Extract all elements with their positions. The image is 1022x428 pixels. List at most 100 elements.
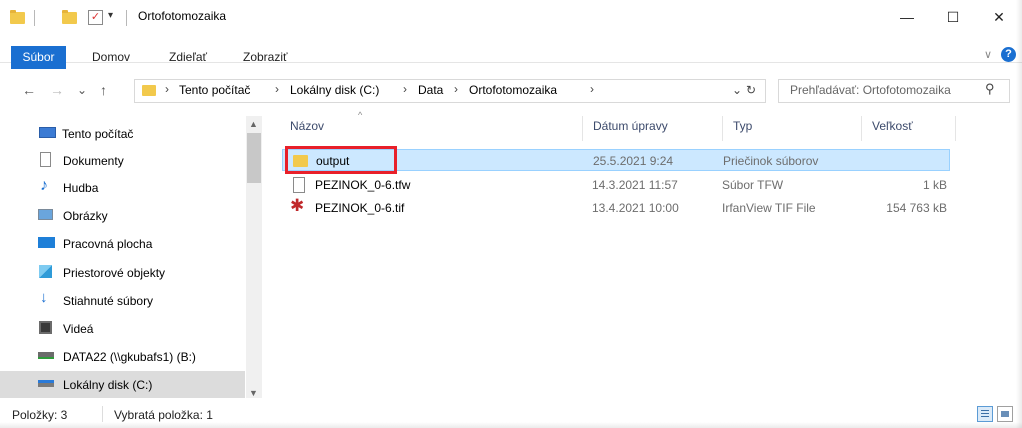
column-divider[interactable]	[955, 116, 956, 141]
nav-item-local-disk[interactable]: Lokálny disk (C:)	[0, 371, 245, 398]
breadcrumb-separator[interactable]: ›	[590, 82, 594, 96]
search-icon[interactable]: ⚲	[985, 81, 995, 97]
local-disk-icon	[38, 380, 54, 387]
3d-objects-icon	[39, 265, 52, 278]
column-divider[interactable]	[582, 116, 583, 141]
help-icon[interactable]: ?	[1001, 47, 1016, 62]
nav-item-network-drive[interactable]: DATA22 (\\gkubafs1) (B:)	[0, 343, 245, 370]
navigation-pane: Tento počítač Dokumenty ♪ Hudba Obrázky …	[0, 116, 262, 398]
nav-item-label: Lokálny disk (C:)	[63, 378, 153, 392]
nav-item-label: DATA22 (\\gkubafs1) (B:)	[63, 350, 196, 364]
nav-item-pictures[interactable]: Obrázky	[0, 202, 245, 229]
window-title: Ortofotomozaika	[138, 9, 227, 23]
address-dropdown-icon[interactable]: ⌄	[732, 83, 742, 97]
tab-file[interactable]: Súbor	[11, 46, 66, 69]
nav-item-label: Priestorové objekty	[63, 266, 166, 280]
nav-item-this-pc[interactable]: Tento počítač	[0, 120, 245, 147]
tab-view[interactable]: Zobraziť	[243, 50, 288, 64]
breadcrumb-separator[interactable]: ›	[275, 82, 279, 96]
scroll-up-icon[interactable]: ▲	[249, 119, 258, 129]
status-item-count: Položky: 3	[12, 408, 68, 422]
search-input[interactable]: Prehľadávať: Ortofotomozaika	[790, 83, 951, 97]
file-date: 13.4.2021 10:00	[592, 201, 679, 215]
column-header-date[interactable]: Dátum úpravy	[593, 119, 668, 133]
nav-item-videos[interactable]: Videá	[0, 315, 245, 342]
tab-share[interactable]: Zdieľať	[169, 50, 207, 64]
nav-item-label: Videá	[63, 322, 94, 336]
file-date: 14.3.2021 11:57	[592, 178, 678, 192]
explorer-window: ✓ ▾ Ortofotomozaika — ☐ ✕ Súbor Domov Zd…	[0, 0, 1022, 428]
recent-locations-button[interactable]: ⌄	[77, 83, 87, 97]
divider	[34, 10, 35, 26]
file-type: Súbor TFW	[722, 178, 784, 192]
file-type: Priečinok súborov	[723, 154, 819, 168]
forward-button[interactable]: →	[50, 82, 64, 98]
maximize-button[interactable]: ☐	[930, 0, 976, 34]
divider	[102, 406, 103, 422]
file-name: PEZINOK_0-6.tif	[315, 201, 405, 215]
scroll-down-icon[interactable]: ▼	[249, 388, 258, 398]
download-icon: ↓	[40, 289, 48, 306]
file-date: 25.5.2021 9:24	[593, 154, 674, 168]
highlight-box	[285, 146, 397, 174]
nav-item-label: Pracovná plocha	[63, 237, 153, 251]
large-icons-view-icon[interactable]	[997, 406, 1013, 422]
file-row-tif[interactable]: ✱ PEZINOK_0-6.tif 13.4.2021 10:00 IrfanV…	[282, 197, 950, 219]
column-divider[interactable]	[722, 116, 723, 141]
nav-item-label: Obrázky	[63, 209, 108, 223]
music-icon: ♪	[40, 177, 48, 194]
window-shadow	[0, 422, 1022, 428]
customize-quick-access-icon[interactable]: ▾	[108, 10, 113, 21]
divider	[126, 10, 127, 26]
file-size: 1 kB	[922, 178, 947, 192]
nav-item-label: Tento počítač	[62, 127, 134, 141]
column-divider[interactable]	[861, 116, 862, 141]
expand-ribbon-icon[interactable]: ∨	[984, 48, 992, 61]
new-folder-icon[interactable]	[62, 10, 77, 24]
tab-home[interactable]: Domov	[92, 50, 130, 64]
file-size: 154 763 kB	[886, 201, 947, 215]
back-button[interactable]: ←	[22, 82, 36, 98]
desktop-icon	[38, 237, 55, 248]
pictures-icon	[38, 209, 53, 220]
file-name: PEZINOK_0-6.tfw	[315, 178, 411, 192]
file-type: IrfanView TIF File	[722, 201, 816, 215]
breadcrumb-separator[interactable]: ›	[165, 82, 169, 96]
minimize-button[interactable]: —	[884, 0, 930, 34]
breadcrumb-separator[interactable]: ›	[403, 82, 407, 96]
column-header-name[interactable]: Názov	[290, 119, 324, 133]
nav-item-desktop[interactable]: Pracovná plocha	[0, 230, 245, 257]
nav-item-documents[interactable]: Dokumenty	[0, 147, 245, 174]
nav-item-label: Hudba	[63, 181, 99, 195]
breadcrumb-this-pc[interactable]: Tento počítač	[179, 83, 250, 97]
breadcrumb-ortofotomozaika[interactable]: Ortofotomozaika	[469, 83, 557, 97]
text-file-icon	[293, 177, 305, 193]
status-selected-count: Vybratá položka: 1	[114, 408, 213, 422]
nav-item-label: Dokumenty	[63, 154, 124, 168]
nav-item-music[interactable]: ♪ Hudba	[0, 174, 245, 201]
column-header-type[interactable]: Typ	[733, 119, 752, 133]
file-row-tfw[interactable]: PEZINOK_0-6.tfw 14.3.2021 11:57 Súbor TF…	[282, 174, 950, 196]
network-drive-icon	[38, 352, 54, 359]
ribbon-bar	[0, 34, 1022, 63]
nav-item-3d-objects[interactable]: Priestorové objekty	[0, 259, 245, 286]
column-header-size[interactable]: Veľkosť	[872, 119, 913, 133]
folder-icon	[142, 85, 156, 96]
properties-icon[interactable]: ✓	[88, 10, 103, 25]
breadcrumb-local-disk[interactable]: Lokálny disk (C:)	[290, 83, 379, 97]
video-icon	[39, 321, 52, 334]
sort-ascending-icon: ^	[358, 110, 363, 120]
breadcrumb-data[interactable]: Data	[418, 83, 443, 97]
computer-icon	[39, 127, 56, 138]
document-icon	[40, 152, 51, 167]
refresh-icon[interactable]: ↻	[746, 83, 756, 97]
details-view-icon[interactable]	[977, 406, 993, 422]
scrollbar-thumb[interactable]	[247, 133, 261, 183]
nav-item-downloads[interactable]: ↓ Stiahnuté súbory	[0, 287, 245, 314]
up-button[interactable]: ↑	[100, 82, 107, 98]
folder-icon	[10, 10, 25, 24]
breadcrumb-separator[interactable]: ›	[454, 82, 458, 96]
nav-item-label: Stiahnuté súbory	[63, 294, 154, 308]
irfanview-icon: ✱	[290, 196, 305, 215]
window-shadow	[1016, 0, 1022, 428]
